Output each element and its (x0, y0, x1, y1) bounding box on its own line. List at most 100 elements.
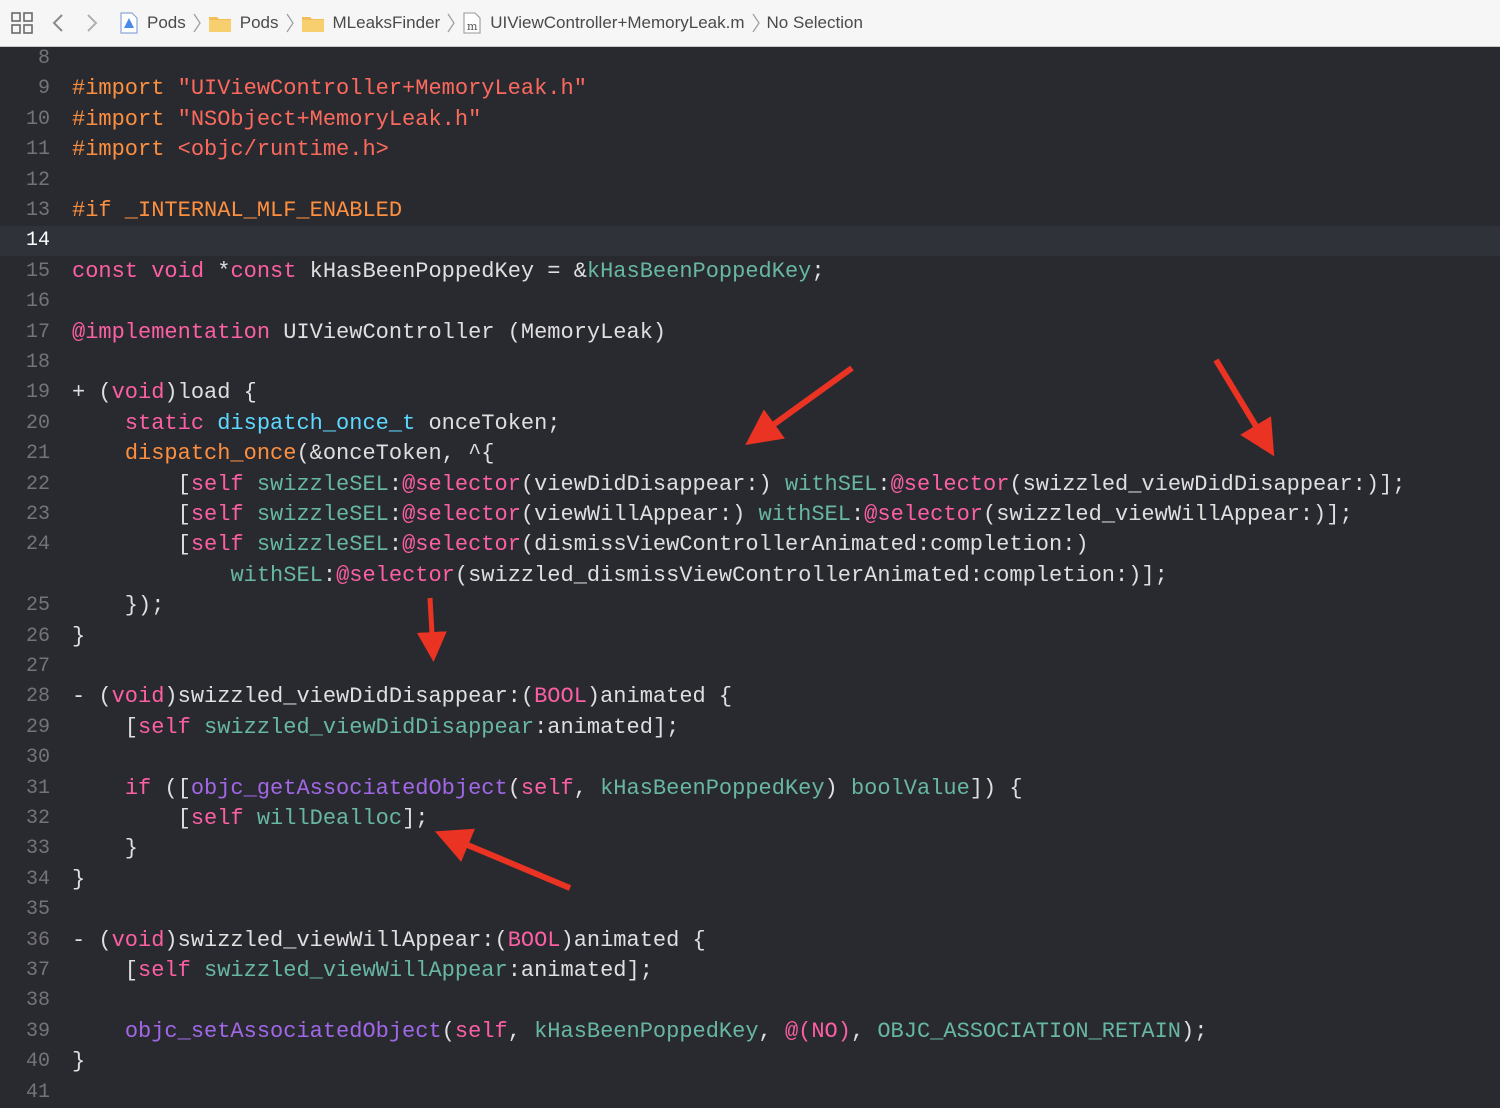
code-line[interactable]: 27 (0, 652, 1500, 682)
code-line[interactable]: 39 objc_setAssociatedObject(self, kHasBe… (0, 1017, 1500, 1047)
line-number: 21 (25, 442, 50, 466)
source-editor[interactable]: 8 9 #import "UIViewController+MemoryLeak.h… (0, 47, 1500, 1104)
code-line[interactable]: 23 [self swizzleSEL:@selector(viewWillAp… (0, 500, 1500, 530)
objc-file-icon: m (462, 12, 482, 34)
code-text: } (72, 865, 85, 895)
code-token: : (322, 562, 337, 588)
line-number: 32 (25, 807, 50, 830)
code-line[interactable]: 28 - (void)swizzled_viewDidDisappear:(BOO… (0, 682, 1500, 712)
code-text: if ([objc_getAssociatedObject(self, kHas… (72, 774, 1023, 804)
code-line[interactable]: 26} (0, 622, 1500, 652)
code-text: } (72, 834, 138, 864)
breadcrumb: Pods Pods MLeaksFinder m UIViewControlle… (119, 12, 863, 34)
code-line[interactable]: 16 (0, 287, 1500, 317)
code-line[interactable]: 40} (0, 1047, 1500, 1077)
code-line[interactable]: 31 if ([objc_getAssociatedObject(self, k… (0, 774, 1500, 804)
code-line[interactable]: 22 [self swizzleSEL:@selector(viewDidDis… (0, 470, 1500, 500)
code-token: kHasBeenPoppedKey (586, 258, 812, 284)
code-line[interactable]: 9 #import "UIViewController+MemoryLeak.h" (0, 74, 1500, 104)
breadcrumb-item-pods-group[interactable]: Pods (208, 13, 279, 33)
breadcrumb-item-file[interactable]: m UIViewController+MemoryLeak.m (462, 12, 745, 34)
code-line[interactable]: 41 (0, 1078, 1500, 1108)
code-line[interactable]: 19 + (void)load { (0, 378, 1500, 408)
code-token: void (151, 258, 205, 284)
code-token: #import (72, 106, 178, 132)
code-line[interactable]: 35 (0, 895, 1500, 925)
line-number: 19 (25, 381, 50, 405)
code-token: ( (441, 1018, 455, 1044)
code-line[interactable]: 33 } (0, 834, 1500, 864)
code-line[interactable]: 15 const void *const kHasBeenPoppedKey = … (0, 257, 1500, 287)
breadcrumb-label: Pods (147, 13, 186, 32)
code-text: [self swizzleSEL:@selector(dismissViewCo… (72, 530, 1089, 560)
code-line[interactable]: 25 }); (0, 591, 1500, 621)
code-token: (viewWillAppear:) (520, 502, 759, 527)
code-token: kHasBeenPoppedKey (600, 775, 825, 801)
related-items-grid-icon[interactable] (11, 12, 33, 34)
code-line[interactable]: withSEL:@selector(swizzled_dismissViewCo… (0, 561, 1500, 591)
code-token: withSEL (758, 502, 851, 527)
code-text: + (void)load { (72, 378, 257, 408)
line-number: 22 (25, 472, 50, 496)
code-line[interactable]: 24 [self swizzleSEL:@selector(dismissVie… (0, 530, 1500, 560)
code-line[interactable]: 34} (0, 865, 1500, 895)
code-token: , (758, 1018, 785, 1044)
line-number: 35 (25, 898, 50, 922)
code-token: )swizzled_viewDidDisappear:( (164, 684, 535, 710)
code-token: swizzleSEL (256, 502, 389, 527)
code-token: ]; (402, 806, 429, 831)
code-line[interactable]: 21 dispatch_once(&onceToken, ^{ (0, 439, 1500, 469)
code-line[interactable]: 32 [self willDealloc]; (0, 804, 1500, 834)
code-token: , (573, 775, 601, 801)
code-line[interactable]: 12 (0, 166, 1500, 196)
breadcrumb-item-mleaksfinder[interactable]: MLeaksFinder (301, 13, 440, 33)
code-line[interactable]: 37 [self swizzled_viewWillAppear:animate… (0, 956, 1500, 986)
code-token: self (190, 502, 244, 527)
code-token: ) (837, 1018, 851, 1044)
breadcrumb-item-no-selection[interactable]: No Selection (767, 13, 863, 33)
code-token: objc_getAssociatedObject (190, 775, 508, 801)
code-token: UIViewController (MemoryLeak) (270, 319, 667, 345)
code-token: @selector (890, 471, 1010, 497)
code-token: dispatch_once (124, 441, 297, 467)
code-line[interactable]: 13 #if _INTERNAL_MLF_ENABLED (0, 196, 1500, 226)
code-line[interactable]: 36 - (void)swizzled_viewWillAppear:(BOOL)… (0, 926, 1500, 956)
line-number: 8 (37, 47, 50, 70)
code-token: #if _INTERNAL_MLF_ENABLED (72, 198, 403, 223)
code-token: withSEL (230, 562, 323, 588)
code-line[interactable]: 18 (0, 348, 1500, 378)
code-line[interactable]: 38 (0, 986, 1500, 1016)
code-text: #if _INTERNAL_MLF_ENABLED (72, 196, 402, 226)
code-line[interactable]: 8 (0, 44, 1500, 74)
code-line[interactable]: 20 static dispatch_once_t onceToken; (0, 409, 1500, 439)
line-number: 40 (25, 1050, 50, 1074)
code-line[interactable]: 17 @implementation UIViewController (Memo… (0, 318, 1500, 348)
code-line[interactable]: 29 [self swizzled_viewDidDisappear:anima… (0, 713, 1500, 743)
code-token: - ( (72, 927, 112, 953)
code-line[interactable]: 30 (0, 743, 1500, 773)
code-token: ); (1181, 1018, 1208, 1044)
folder-icon (208, 13, 232, 33)
forward-chevron-icon[interactable] (83, 12, 101, 34)
code-token: const (230, 258, 297, 284)
code-line[interactable]: 10 #import "NSObject+MemoryLeak.h" (0, 105, 1500, 135)
code-text: } (72, 1047, 85, 1077)
code-token: BOOL (507, 927, 561, 953)
breadcrumb-item-pods-project[interactable]: Pods (119, 12, 186, 34)
line-number: 13 (25, 199, 50, 222)
code-token: } (72, 866, 86, 892)
line-number: 20 (25, 411, 50, 435)
back-chevron-icon[interactable] (49, 12, 67, 34)
breadcrumb-label: Pods (239, 13, 279, 32)
code-text: [self willDealloc]; (72, 804, 429, 834)
code-text: #import <objc/runtime.h> (72, 135, 389, 165)
code-line[interactable]: 14 (0, 226, 1500, 257)
code-token: (swizzled_viewWillAppear:)]; (983, 502, 1353, 527)
code-line[interactable]: 11 #import <objc/runtime.h> (0, 135, 1500, 165)
line-number: 11 (25, 138, 50, 162)
code-token: @selector (402, 532, 521, 558)
code-token: (viewDidDisappear:) (520, 471, 785, 497)
